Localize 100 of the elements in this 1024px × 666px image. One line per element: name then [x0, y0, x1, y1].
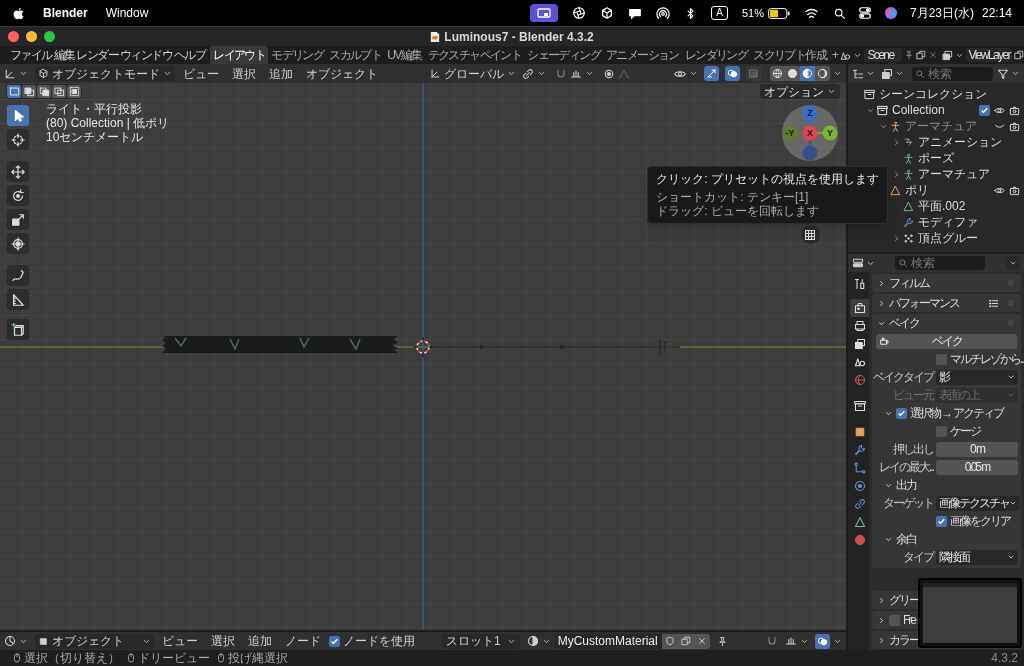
search-icon[interactable] — [832, 6, 846, 20]
select-mode-button[interactable] — [22, 85, 36, 98]
screen-icon[interactable] — [530, 4, 559, 22]
tool-button[interactable] — [7, 319, 29, 340]
close-window-button[interactable] — [8, 31, 19, 42]
select-mode-button[interactable] — [52, 85, 66, 98]
chevron-right-icon[interactable] — [892, 169, 901, 179]
property-dropdown[interactable]: 隣接面 — [936, 549, 1018, 565]
3d-cursor-icon[interactable] — [412, 336, 434, 358]
tool-button[interactable] — [7, 105, 29, 126]
tool-button[interactable] — [7, 129, 29, 150]
menu-item[interactable]: ウィンドウ — [119, 46, 174, 64]
cube-icon[interactable] — [600, 6, 615, 20]
outliner-item[interactable]: アニメーション — [918, 133, 1002, 151]
panel-header[interactable]: ベイク — [889, 314, 919, 332]
orb-icon[interactable] — [883, 6, 898, 20]
tool-button[interactable] — [7, 233, 29, 254]
workspace-tab[interactable]: テクスチャペイント — [424, 46, 525, 64]
outliner-item[interactable]: 頂点グルー — [918, 229, 978, 247]
speech-bubble-icon[interactable] — [628, 6, 643, 20]
checkbox[interactable] — [936, 515, 947, 527]
workspace-tab[interactable]: レンダリング — [681, 46, 751, 64]
pin-icon[interactable] — [716, 635, 728, 647]
workspace-tab[interactable]: スカルプト — [326, 46, 385, 64]
aperture-icon[interactable] — [572, 6, 587, 20]
close-icon[interactable] — [928, 50, 939, 60]
app-menu[interactable]: Blender — [43, 4, 88, 22]
snap-target-icon[interactable] — [785, 635, 797, 647]
input-source-indicator[interactable]: A — [711, 6, 728, 20]
workspace-tab[interactable]: UV編集 — [384, 46, 425, 64]
properties-tab[interactable] — [850, 299, 869, 317]
overlay-toggle[interactable] — [815, 633, 830, 649]
proportional-edit-icon[interactable] — [603, 67, 615, 80]
menu-item[interactable]: Window — [105, 4, 149, 22]
checkbox-label[interactable]: 画像をクリア — [950, 512, 1010, 530]
material-name-field[interactable]: MyCustomMaterial — [553, 633, 662, 649]
menu-item[interactable]: レンダー — [75, 46, 120, 64]
screenshot-thumbnail[interactable] — [918, 578, 1022, 648]
workspace-tab[interactable]: レイアウト — [210, 46, 269, 64]
add-workspace-button[interactable]: + — [829, 46, 841, 64]
outliner-item[interactable]: ポリ — [905, 181, 929, 199]
shading-button[interactable] — [785, 66, 800, 81]
workspace-tab[interactable]: アニメーション — [603, 46, 682, 64]
outliner-item[interactable]: モディファ — [918, 213, 978, 231]
checkbox-label[interactable]: ノードを使用 — [343, 632, 415, 650]
chevron-right-icon[interactable] — [877, 615, 886, 625]
outliner-item[interactable]: Collection — [892, 101, 945, 119]
tool-button[interactable] — [7, 209, 29, 230]
navigation-gizmo[interactable]: Z -Y X Y — [782, 105, 838, 161]
menu-item[interactable]: 選択 — [227, 64, 261, 83]
link-icon[interactable] — [522, 67, 534, 80]
shading-button[interactable] — [800, 66, 815, 81]
axis-ball[interactable] — [802, 125, 818, 141]
camera-icon[interactable] — [1009, 104, 1020, 116]
chevron-right-icon[interactable] — [877, 595, 886, 605]
menu-item[interactable]: ビュー — [157, 632, 203, 650]
subpanel-header[interactable]: 出力 — [896, 476, 916, 494]
menubar-time[interactable]: 22:14 — [981, 4, 1012, 22]
menu-item[interactable]: 編集 — [52, 46, 76, 64]
tool-button[interactable] — [7, 185, 29, 206]
copy-icon[interactable] — [1013, 50, 1024, 60]
shapes-icon[interactable] — [840, 49, 852, 61]
chevron-right-icon[interactable] — [892, 233, 901, 243]
select-mode-button[interactable] — [7, 85, 21, 98]
select-mode-button[interactable] — [37, 85, 51, 98]
menu-item[interactable]: ヘルプ — [173, 46, 207, 64]
orientation-dropdown[interactable]: グローバル — [427, 66, 519, 81]
checkbox[interactable] — [329, 635, 340, 647]
panel-header[interactable]: パフォーマンス — [889, 294, 959, 312]
number-field[interactable]: 0.05 m — [936, 459, 1018, 475]
workspace-tab[interactable]: シェーディング — [524, 46, 603, 64]
chevron-right-icon[interactable] — [892, 137, 901, 147]
image-stack-icon[interactable] — [881, 67, 893, 80]
battery-icon[interactable] — [767, 7, 790, 19]
sphere-icon[interactable] — [526, 635, 539, 647]
tool-button[interactable] — [7, 265, 29, 286]
grid-toggle-button[interactable] — [800, 225, 820, 244]
menu-item[interactable]: ビュー — [178, 64, 224, 83]
menu-item[interactable]: 追加 — [264, 64, 298, 83]
minimize-window-button[interactable] — [26, 31, 37, 42]
tool-button[interactable] — [7, 161, 29, 182]
tool-button[interactable] — [7, 289, 29, 310]
workspace-tab[interactable]: スクリプト作成 — [750, 46, 830, 64]
axes-icon[interactable] — [4, 67, 16, 80]
zoom-window-button[interactable] — [44, 31, 55, 42]
node-editor-icon[interactable] — [4, 635, 16, 647]
checkbox[interactable] — [936, 353, 947, 365]
apple-icon[interactable] — [12, 6, 25, 20]
panel-header[interactable]: Fre — [903, 611, 915, 629]
xray-toggle[interactable] — [746, 66, 761, 81]
magnet-icon[interactable] — [766, 635, 778, 647]
pin-icon[interactable] — [904, 50, 915, 60]
number-field[interactable]: 0 m — [936, 441, 1018, 457]
overlay-toggle[interactable] — [725, 66, 740, 81]
mode-dropdown[interactable]: オブジェクトモード — [35, 66, 175, 81]
subpanel-header[interactable]: 選択物 → アクティブ — [910, 404, 1003, 422]
shading-button[interactable] — [770, 66, 785, 81]
outliner-item[interactable]: アーマチュア — [918, 165, 990, 183]
checkbox[interactable] — [979, 104, 990, 116]
scene-field[interactable]: Scene — [864, 48, 903, 62]
